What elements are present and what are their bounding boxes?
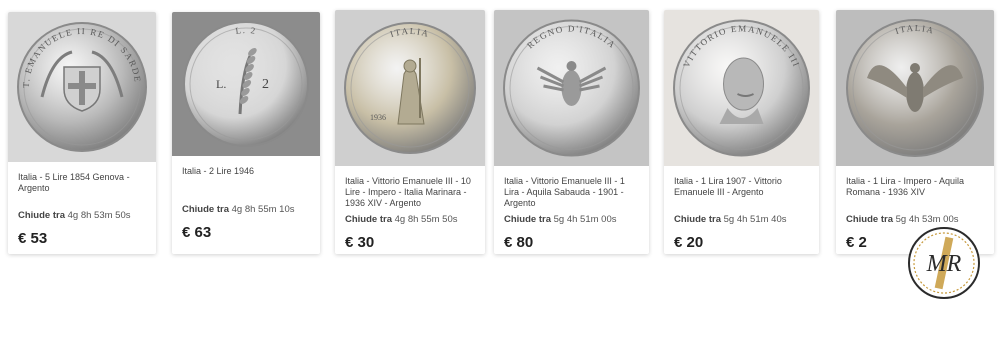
price: € 20 [674,234,704,251]
closing-time: 4g 8h 55m 10s [231,204,295,215]
coin-photo[interactable]: VITTORIO EMANUELE III [664,10,819,166]
price: € 80 [504,234,534,251]
listing-title[interactable]: Italia - Vittorio Emanuele III - 1 Lira … [504,176,639,210]
price: € 30 [345,234,375,251]
listing-title[interactable]: Italia - Vittorio Emanuele III - 10 Lire… [345,176,475,210]
listing-title[interactable]: Italia - 2 Lire 1946 [182,166,310,200]
closing-timer: Chiude tra 4g 8h 55m 50s [345,214,475,225]
listing-card[interactable]: ITALIA Italia - 1 Lira - Impero - Aquila … [836,10,994,254]
coin-photo[interactable]: ITALIA [836,10,994,166]
closing-time: 5g 4h 51m 00s [553,214,617,225]
listing-title[interactable]: Italia - 1 Lira - Impero - Aquila Romana… [846,176,984,210]
closing-label: Chiude tra [345,214,392,225]
coin-photo[interactable]: VITT. EMANUELE II RE DI SARDEGNA [8,12,156,162]
closing-label: Chiude tra [182,204,229,215]
svg-text:L. 2: L. 2 [235,25,257,36]
closing-time: 5g 4h 51m 40s [723,214,787,225]
logo-text: MR [926,251,962,277]
listing-card[interactable]: REGNO D'ITALIA Italia - Vittorio Emanuele… [494,10,649,254]
closing-timer: Chiude tra 5g 4h 51m 40s [674,214,809,225]
listing-card[interactable]: ITALIA 1936 Italia - Vittorio Emanuele III… [335,10,485,254]
listing-card[interactable]: VITTORIO EMANUELE III Italia - 1 Lira 190… [664,10,819,254]
svg-text:1936: 1936 [370,113,386,122]
price: € 63 [182,224,212,241]
closing-label: Chiude tra [846,214,893,225]
closing-timer: Chiude tra 4g 8h 53m 50s [18,210,146,221]
closing-label: Chiude tra [504,214,551,225]
listing-title[interactable]: Italia - 5 Lire 1854 Genova - Argento [18,172,146,206]
closing-timer: Chiude tra 5g 4h 53m 00s [846,214,984,225]
svg-text:2: 2 [262,77,269,92]
listing-card[interactable]: L. 2 L. 2 Italia - 2 Lire 1946 Chiude tra 4g… [172,12,320,254]
closing-time: 4g 8h 53m 50s [67,210,131,221]
closing-time: 5g 4h 53m 00s [895,214,959,225]
listing-grid: VITT. EMANUELE II RE DI SARDEGNA Italia -… [0,0,1000,354]
closing-timer: Chiude tra 5g 4h 51m 00s [504,214,639,225]
listing-card[interactable]: VITT. EMANUELE II RE DI SARDEGNA Italia -… [8,12,156,254]
mr-logo: MR [908,227,980,299]
listing-title[interactable]: Italia - 1 Lira 1907 - Vittorio Emanuele… [674,176,809,210]
coin-photo[interactable]: REGNO D'ITALIA [494,10,649,166]
closing-label: Chiude tra [18,210,65,221]
coin-photo[interactable]: ITALIA 1936 [335,10,485,166]
closing-label: Chiude tra [674,214,721,225]
closing-time: 4g 8h 55m 50s [394,214,458,225]
coin-photo[interactable]: L. 2 L. 2 [172,12,320,156]
price: € 53 [18,230,48,247]
svg-text:L.: L. [216,77,226,91]
closing-timer: Chiude tra 4g 8h 55m 10s [182,204,310,215]
